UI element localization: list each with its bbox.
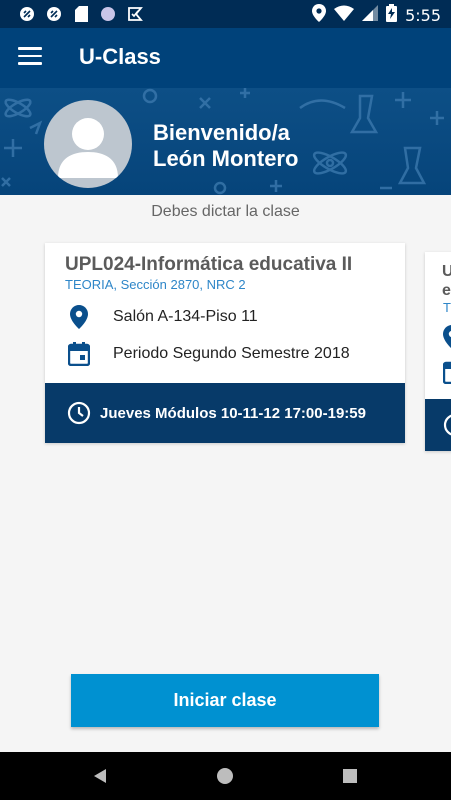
next-card-subtitle: T [443,300,451,315]
status-left-icons [18,5,144,23]
calendar-icon [442,360,451,389]
location-text: Salón A-134-Piso 11 [113,308,258,325]
data-saver-icon [45,5,63,23]
location-icon [312,4,327,27]
status-clock: 5:55 [405,6,441,25]
next-card-title-line1: U [442,263,451,280]
location-row: Salón A-134-Piso 11 [65,303,258,331]
location-pin-icon [65,303,93,331]
status-right-icons: 5:55 [312,4,441,27]
wifi-icon [334,5,355,26]
schedule-text: Jueves Módulos 10-11-12 17:00-19:59 [100,404,366,422]
data-saver-icon [18,5,36,23]
calendar-icon [65,340,93,368]
menu-icon[interactable] [18,47,42,67]
circle-icon [99,5,117,23]
avatar[interactable] [44,100,132,188]
next-class-card[interactable]: U e T [425,252,451,451]
class-notice: Debes dictar la clase [151,203,300,220]
next-card-title-line2: e [442,282,451,299]
welcome-banner: Bienvenido/a León Montero [0,88,451,195]
home-icon[interactable] [215,766,235,786]
clock-icon [443,414,451,436]
battery-charging-icon [386,4,398,27]
course-subtitle: TEORIA, Sección 2870, NRC 2 [65,277,246,292]
signal-icon [362,5,379,26]
recents-icon[interactable] [340,766,360,786]
location-pin-icon [443,325,451,354]
start-class-button[interactable]: Iniciar clase [71,674,379,727]
check-flag-icon [126,5,144,23]
next-card-schedule-bar [425,399,451,451]
greeting: Bienvenido/a León Montero [153,120,298,172]
clock-icon [66,400,92,426]
class-card[interactable]: UPL024-Informática educativa II TEORIA, … [45,243,405,443]
system-nav-bar [0,752,451,800]
status-bar: 5:55 [0,0,451,28]
user-silhouette-icon [58,118,118,178]
sd-card-icon [72,5,90,23]
period-row: Periodo Segundo Semestre 2018 [65,340,350,368]
period-text: Periodo Segundo Semestre 2018 [113,345,350,362]
schedule-bar: Jueves Módulos 10-11-12 17:00-19:59 [45,383,405,443]
app-bar: U-Class [0,28,451,88]
user-name: León Montero [153,146,299,171]
back-icon[interactable] [90,766,110,786]
greeting-line1: Bienvenido/a [153,120,290,145]
course-title: UPL024-Informática educativa II [65,254,353,275]
app-title: U-Class [79,44,161,69]
